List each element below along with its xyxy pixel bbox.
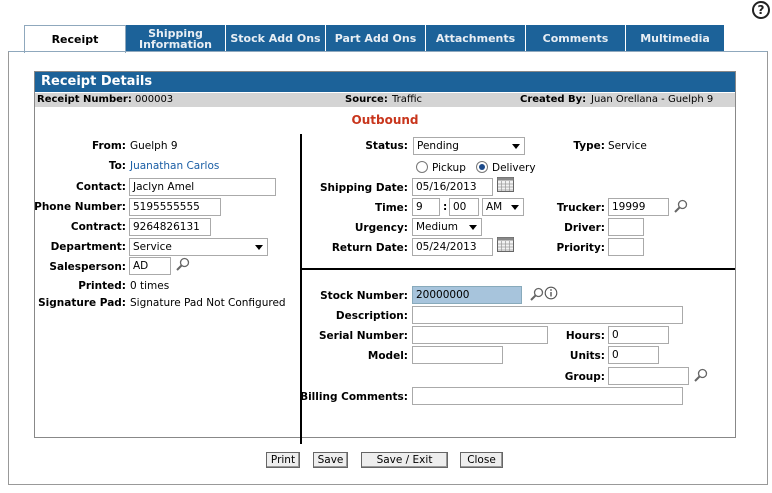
tab-stock-add-ons[interactable]: Stock Add Ons [226,25,326,52]
billing-comments-field[interactable] [412,387,683,405]
driver-label: Driver: [564,222,605,234]
status-label: Status: [365,140,408,152]
to-link[interactable]: Juanathan Carlos [130,160,219,172]
group-field[interactable] [608,367,689,385]
department-value: Service [133,241,172,253]
to-label: To: [108,160,126,172]
info-icon[interactable] [544,286,558,300]
signature-pad-value: Signature Pad Not Configured [130,297,286,309]
department-select[interactable]: Service [129,238,268,256]
units-field[interactable]: 0 [608,346,659,364]
created-by-label: Created By: [520,94,587,105]
return-date-label: Return Date: [331,242,408,254]
info-bar: Receipt Number: 000003 Source: Traffic C… [35,93,735,107]
tab-shipping-information[interactable]: Shipping Information [126,25,226,52]
type-value: Service [608,140,647,152]
tab-comments[interactable]: Comments [526,25,626,52]
hours-field[interactable]: 0 [608,326,669,344]
time-hour-field[interactable]: 9 [412,198,440,216]
signature-pad-label: Signature Pad: [38,297,126,309]
trucker-field[interactable]: 19999 [608,198,669,216]
description-field[interactable] [412,306,683,324]
direction-title: Outbound [351,113,419,127]
close-button[interactable]: Close [460,452,503,468]
salesperson-label: Salesperson: [49,261,126,273]
driver-field[interactable] [608,218,644,236]
save-exit-button[interactable]: Save / Exit [361,452,448,468]
shipping-date-field[interactable]: 05/16/2013 [412,178,493,196]
contact-field[interactable]: Jaclyn Amel [129,178,276,196]
horizontal-divider [301,268,735,270]
search-icon[interactable] [530,287,544,301]
pickup-label: Pickup [432,162,466,174]
status-value: Pending [417,140,459,152]
time-label: Time: [374,202,408,214]
print-button[interactable]: Print [266,452,300,468]
chevron-down-icon [511,205,519,210]
printed-label: Printed: [78,280,126,292]
delivery-label: Delivery [492,162,536,174]
model-field[interactable] [412,346,503,364]
urgency-label: Urgency: [354,222,408,234]
from-label: From: [91,140,126,152]
time-separator: : [443,201,448,213]
priority-label: Priority: [556,242,605,254]
phone-label: Phone Number: [34,201,126,213]
stock-number-label: Stock Number: [320,290,408,302]
source-label: Source: [345,94,388,105]
search-icon[interactable] [674,199,688,213]
salesperson-field[interactable]: AD [129,257,171,275]
source-value: Traffic [392,94,423,105]
search-icon[interactable] [176,257,190,271]
panel-title: Receipt Details [35,72,735,92]
serial-number-label: Serial Number: [318,330,408,342]
pickup-radio[interactable] [416,161,428,173]
description-label: Description: [335,310,408,322]
contract-label: Contract: [70,221,126,233]
receipt-number: 000003 [135,94,174,105]
stock-number-field[interactable]: 20000000 [412,286,522,304]
phone-field[interactable]: 5195555555 [129,198,221,216]
search-icon[interactable] [694,368,708,382]
time-ampm-select[interactable]: AM [482,198,524,216]
billing-comments-label: Billing Comments: [300,391,408,403]
trucker-label: Trucker: [556,202,605,214]
model-label: Model: [367,350,408,362]
serial-number-field[interactable] [412,326,548,344]
tab-receipt[interactable]: Receipt [24,25,126,53]
time-minute-field[interactable]: 00 [449,198,479,216]
receipt-number-label: Receipt Number: [37,94,132,105]
calendar-icon[interactable] [497,177,514,192]
time-ampm-value: AM [486,201,503,213]
chevron-down-icon [255,245,263,250]
tab-attachments[interactable]: Attachments [426,25,526,52]
units-label: Units: [569,350,605,362]
return-date-field[interactable]: 05/24/2013 [412,238,493,256]
group-label: Group: [564,371,605,383]
shipping-date-label: Shipping Date: [319,182,408,194]
printed-value: 0 times [130,280,170,292]
calendar-icon[interactable] [497,237,514,252]
delivery-radio[interactable] [476,161,488,173]
from-value: Guelph 9 [130,140,178,152]
hours-label: Hours: [565,330,605,342]
contract-field[interactable]: 9264826131 [129,218,211,236]
priority-field[interactable] [608,238,644,256]
tab-multimedia[interactable]: Multimedia [626,25,725,52]
contact-label: Contact: [76,181,126,193]
save-button[interactable]: Save [313,452,348,468]
status-select[interactable]: Pending [413,137,525,155]
chevron-down-icon [469,225,477,230]
help-icon[interactable]: ? [752,1,770,19]
department-label: Department: [50,241,126,253]
created-by-value: Juan Orellana - Guelph 9 [591,94,714,105]
urgency-value: Medium [416,221,458,233]
urgency-select[interactable]: Medium [412,218,482,236]
type-label: Type: [573,140,605,152]
tab-part-add-ons[interactable]: Part Add Ons [326,25,426,52]
chevron-down-icon [512,144,520,149]
